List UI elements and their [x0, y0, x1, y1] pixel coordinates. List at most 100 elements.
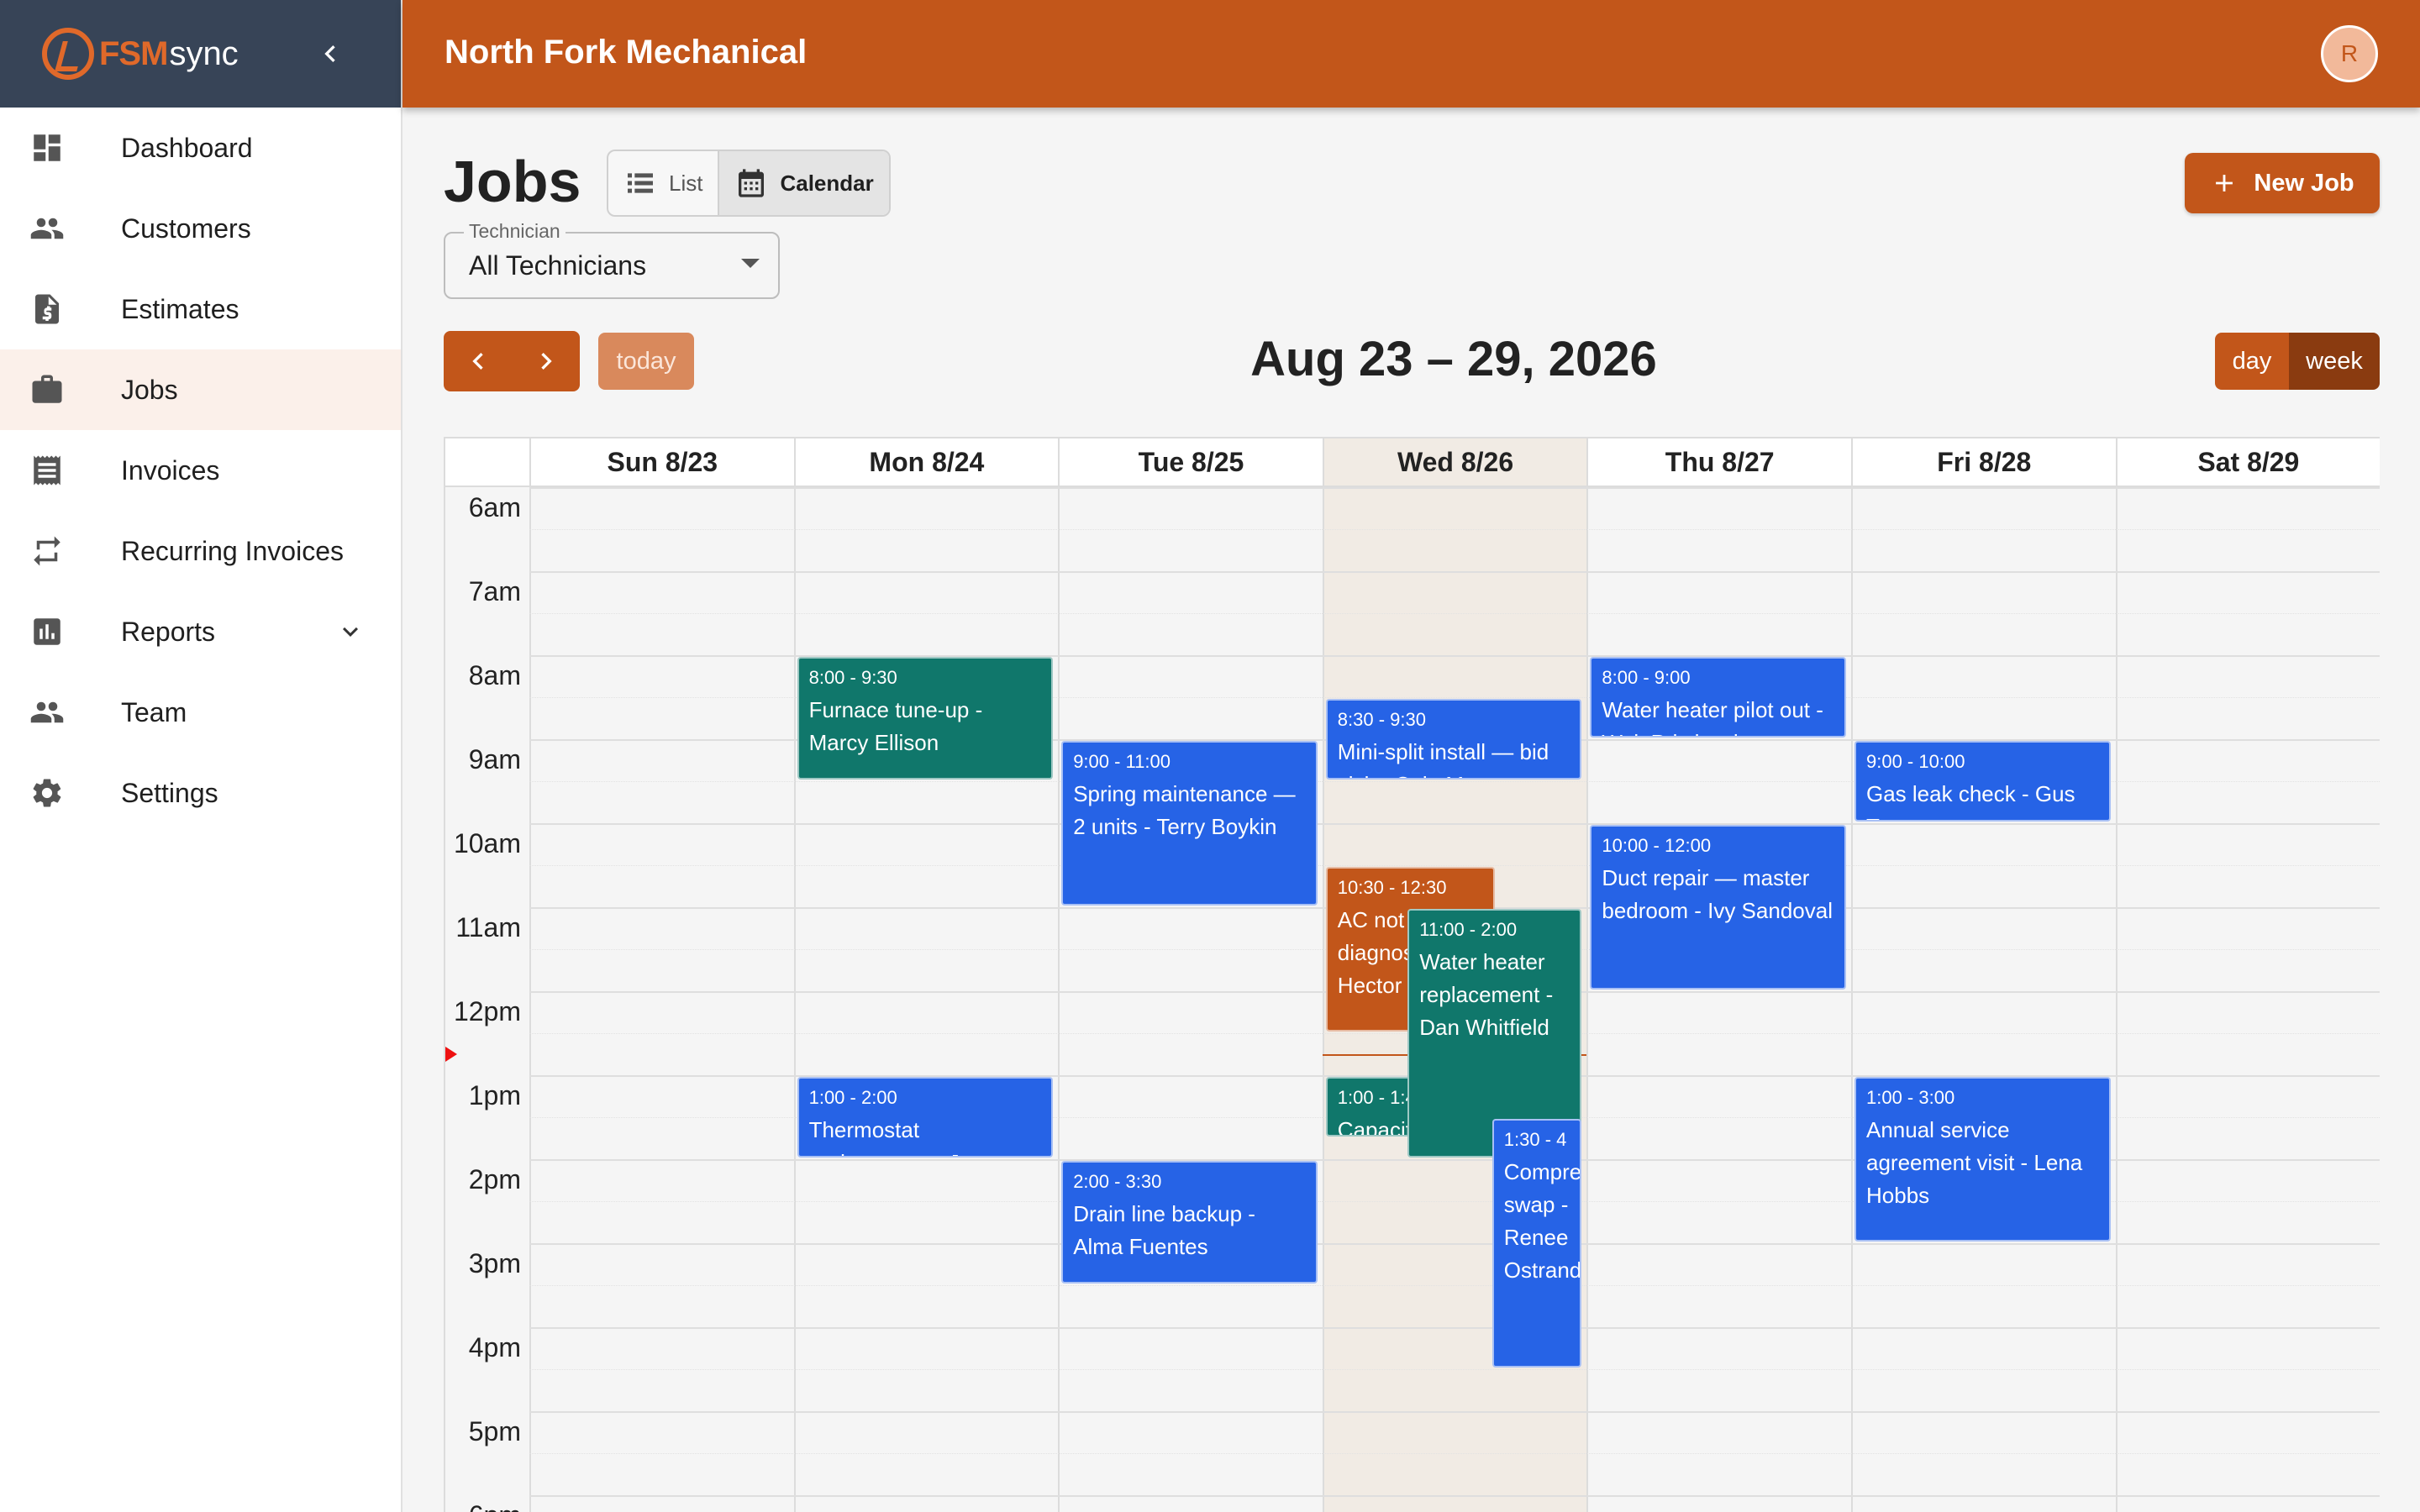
time-slot-label: 10am — [453, 828, 521, 858]
chevron-left-icon — [471, 353, 483, 370]
repeat-icon — [29, 533, 66, 570]
top-app-bar: North Fork Mechanical R — [402, 0, 2420, 108]
time-slot-label: 6am — [468, 492, 521, 522]
next-week-button[interactable] — [512, 331, 580, 391]
job-event-time: 9:00 - 11:00 — [1073, 751, 1171, 772]
day-column[interactable] — [1058, 487, 1323, 1512]
new-job-button[interactable]: New Job — [2185, 153, 2380, 213]
document-dollar-icon — [29, 291, 66, 328]
time-slot-label: 12pm — [453, 996, 521, 1026]
job-event[interactable]: 1:30 - 4 Compressor swap - Renee Ostrande… — [1491, 1119, 1582, 1368]
sidebar-item-label: Reports — [121, 616, 216, 647]
time-slot-label: 4pm — [468, 1332, 521, 1362]
week-view-button[interactable]: week — [2289, 333, 2380, 390]
avatar[interactable]: R — [2321, 25, 2378, 82]
job-event[interactable]: 10:00 - 12:00 Duct repair — master bedroo… — [1590, 825, 1846, 990]
sidebar-item-customers[interactable]: Customers — [0, 188, 401, 269]
dashboard-icon — [29, 129, 66, 166]
time-slot-label: 11am — [455, 912, 521, 942]
job-event[interactable]: 8:30 - 9:30 Mini-split install — bid visi… — [1325, 699, 1582, 780]
half-hour-gridline — [529, 613, 2380, 614]
job-event[interactable]: 1:00 - 2:00 Thermostat replacement - J... — [797, 1077, 1054, 1158]
job-event[interactable]: 8:00 - 9:00 Water heater pilot out - Walt… — [1590, 657, 1846, 738]
job-event-title: Spring maintenance — 2 units - Terry Boy… — [1073, 781, 1296, 839]
day-column[interactable] — [1851, 487, 2116, 1512]
sidebar-item-invoices[interactable]: Invoices — [0, 430, 401, 511]
date-range-title: Aug 23 – 29, 2026 — [1008, 331, 1899, 387]
chevron-down-icon[interactable] — [335, 617, 366, 647]
time-slot-label: 6pm — [445, 1500, 521, 1512]
calendar-view-button[interactable]: Calendar — [718, 151, 889, 215]
day-column[interactable] — [529, 487, 794, 1512]
day-column-header: Tue 8/25 — [1058, 438, 1323, 486]
day-column[interactable] — [793, 487, 1059, 1512]
hour-gridline — [529, 487, 2380, 489]
job-event-time: 1:00 - 2:00 — [808, 1087, 897, 1108]
job-event[interactable]: 9:00 - 10:00 Gas leak check - Gus Tran... — [1854, 741, 2111, 822]
company-name: North Fork Mechanical — [445, 34, 808, 71]
current-time-arrow-icon — [445, 1047, 457, 1062]
list-view-button[interactable]: List — [608, 151, 718, 215]
hour-gridline — [529, 1243, 2380, 1245]
job-event-title: Duct repair — master bedroom - Ivy Sando… — [1602, 865, 1833, 923]
people-icon — [29, 210, 66, 247]
sidebar-item-label: Estimates — [121, 293, 239, 324]
job-event-title: Compressor swap - Renee Ostrander — [1503, 1159, 1582, 1283]
time-slot-label: 5pm — [468, 1416, 521, 1446]
sidebar-item-jobs[interactable]: Jobs — [0, 349, 401, 430]
half-hour-gridline — [529, 1369, 2380, 1370]
job-event[interactable]: 8:00 - 9:30 Furnace tune-up - Marcy Ellis… — [797, 657, 1054, 780]
half-hour-gridline — [529, 529, 2380, 530]
sidebar-item-label: Customers — [121, 213, 251, 244]
sidebar-item-recurring-invoices[interactable]: Recurring Invoices — [0, 511, 401, 591]
bar-chart-icon — [29, 613, 66, 650]
technician-select[interactable]: Technician All Technicians — [444, 220, 780, 299]
job-event-time: 11:00 - 2:00 — [1419, 919, 1518, 940]
job-event[interactable]: 1:00 - 3:00 Annual service agreement visi… — [1854, 1077, 2111, 1242]
job-event-title: Mini-split install — bid visit - Cole M.… — [1337, 739, 1549, 778]
sidebar-item-label: Settings — [121, 777, 218, 808]
job-event[interactable]: 2:00 - 3:30 Drain line backup - Alma Fuen… — [1061, 1161, 1318, 1284]
brand-header: FSM sync — [0, 0, 401, 108]
sidebar-item-team[interactable]: Team — [0, 672, 401, 753]
time-slot-label: 8am — [468, 660, 521, 690]
sidebar-item-settings[interactable]: Settings — [0, 753, 401, 833]
sidebar-nav: Dashboard Customers Estimates Jobs Invoices R… — [0, 108, 401, 833]
job-event-title: Annual service agreement visit - Lena Ho… — [1866, 1117, 2083, 1208]
logo-icon — [42, 28, 94, 80]
job-event-title: Water heater pilot out - Walt Pritchard — [1602, 697, 1823, 736]
job-event-time: 8:00 - 9:00 — [1602, 667, 1691, 688]
calendar-icon — [739, 169, 765, 197]
job-event-time: 8:30 - 9:30 — [1337, 709, 1426, 730]
today-button[interactable]: today — [598, 333, 694, 390]
sidebar-item-label: Invoices — [121, 454, 220, 486]
sidebar-item-reports[interactable]: Reports — [0, 591, 401, 672]
sidebar-item-dashboard[interactable]: Dashboard — [0, 108, 401, 188]
job-event-time: 10:00 - 12:00 — [1602, 835, 1712, 856]
sidebar-item-estimates[interactable]: Estimates — [0, 269, 401, 349]
time-slot-label: 3pm — [468, 1248, 521, 1278]
time-slot-label: 9am — [468, 744, 521, 774]
prev-week-button[interactable] — [444, 331, 512, 391]
technician-select-value: All Technicians — [469, 250, 647, 281]
day-column[interactable] — [2115, 487, 2380, 1512]
day-column-header: Wed 8/26 — [1322, 438, 1587, 486]
job-event[interactable]: 9:00 - 11:00 Spring maintenance — 2 units… — [1061, 741, 1318, 906]
collapse-sidebar-button[interactable] — [313, 37, 347, 71]
calendar-view-label: Calendar — [780, 170, 874, 196]
view-range-group: day week — [2215, 333, 2380, 390]
day-view-button[interactable]: day — [2215, 333, 2289, 390]
day-column-header: Sat 8/29 — [2115, 438, 2380, 486]
date-range-text: Aug 23 – 29, 2026 — [1250, 332, 1657, 386]
job-event-title: Gas leak check - Gus Tran... — [1866, 781, 2075, 820]
job-event-time: 8:00 - 9:30 — [808, 667, 897, 688]
day-column[interactable] — [1586, 487, 1851, 1512]
calendar-column-headers: Sun 8/23 Mon 8/24 Tue 8/25 Wed 8/26 Thu 8/27… — [445, 438, 2380, 487]
job-event-time: 9:00 - 10:00 — [1866, 751, 1965, 772]
brand-name-part2: sync — [169, 34, 239, 72]
half-hour-gridline — [529, 1453, 2380, 1454]
sidebar: FSM sync Dashboard Customers Estimates Jobs… — [0, 0, 402, 1512]
half-hour-gridline — [529, 865, 2380, 866]
hour-gridline — [529, 571, 2380, 573]
brand-name-part1: FSM — [99, 34, 168, 72]
